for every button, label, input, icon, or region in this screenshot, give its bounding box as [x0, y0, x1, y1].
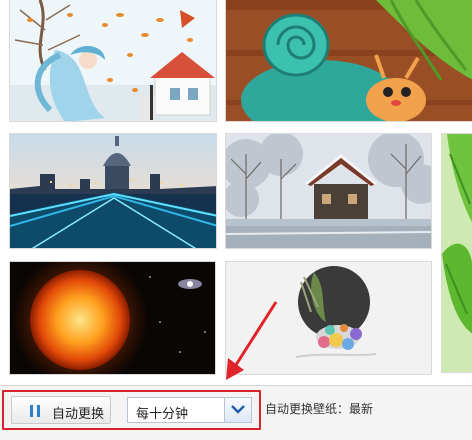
chevron-down-icon: [231, 405, 245, 414]
highlight-frame: 自动更换 每十分钟: [2, 390, 261, 430]
red-arrow-annotation: [226, 301, 278, 380]
auto-change-label: 自动更换: [52, 407, 105, 422]
dropdown-toggle[interactable]: [224, 398, 251, 422]
pause-icon: [30, 405, 40, 417]
thumb-london-night[interactable]: [9, 133, 217, 249]
thumb-edge-green[interactable]: [441, 133, 472, 373]
thumb-autumn-girl-illustration[interactable]: [9, 0, 217, 122]
interval-select[interactable]: 每十分钟: [127, 397, 252, 423]
auto-change-status: 自动更换壁纸：最新: [265, 402, 374, 416]
wallpaper-control-bar: 自动更换 每十分钟 自动更换壁纸：最新: [0, 385, 472, 440]
thumb-snail-illustration[interactable]: [225, 0, 472, 122]
auto-change-button[interactable]: 自动更换: [11, 396, 111, 424]
thumb-sun[interactable]: [9, 261, 216, 375]
thumb-winter-cabin[interactable]: [225, 133, 432, 249]
interval-value: 每十分钟: [136, 407, 189, 422]
